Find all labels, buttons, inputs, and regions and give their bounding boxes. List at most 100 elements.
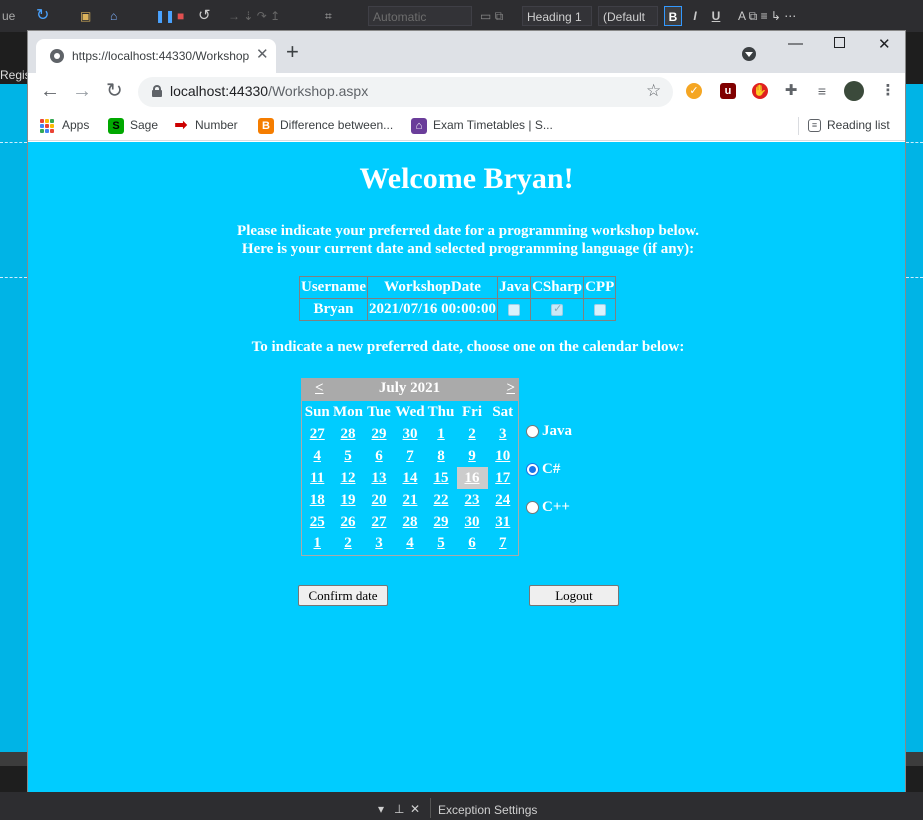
adblock-icon[interactable]: ✋ [752, 83, 768, 99]
close-icon[interactable]: ✕ [410, 802, 420, 816]
calendar-day-cell: 29 [364, 423, 395, 445]
calendar-day-link[interactable]: 3 [375, 535, 383, 551]
folder-icon[interactable]: ▣ [80, 6, 91, 26]
calendar-day-link[interactable]: 27 [372, 514, 387, 530]
refresh-icon[interactable]: ↻ [36, 6, 49, 26]
calendar-day-cell: 2 [457, 423, 488, 445]
forward-button[interactable]: → [72, 81, 92, 101]
home-icon[interactable]: ⌂ [110, 6, 117, 26]
calendar-day-link[interactable]: 14 [403, 470, 418, 486]
media-control-icon[interactable]: ≡ [814, 83, 830, 99]
ublock-icon[interactable]: u [720, 83, 736, 99]
exception-settings-tab[interactable]: Exception Settings [438, 803, 537, 817]
calendar-day-link[interactable]: 5 [344, 448, 352, 464]
bookmark-star-icon[interactable]: ☆ [646, 81, 661, 101]
calendar-day-link[interactable]: 4 [406, 535, 414, 551]
address-bar[interactable]: localhost:44330/Workshop.aspx ☆ [138, 77, 673, 107]
style-combo[interactable]: Heading 1 [522, 6, 592, 26]
extensions-puzzle-icon[interactable]: ✚ [783, 83, 799, 99]
font-combo[interactable]: (Default [598, 6, 658, 26]
extension-icon[interactable]: ✓ [686, 83, 702, 99]
back-button[interactable]: ← [40, 81, 60, 101]
calendar-day-link[interactable]: 12 [341, 470, 356, 486]
calendar: July 2021 < > Sun Mon Tue Wed Thu Fri Sa… [301, 378, 519, 556]
calendar-day-link[interactable]: 19 [341, 492, 356, 508]
calendar-day-link[interactable]: 20 [372, 492, 387, 508]
calendar-day-link[interactable]: 16 [465, 470, 480, 486]
window-close-button[interactable]: ✕ [878, 35, 891, 53]
italic-button[interactable]: I [686, 6, 704, 26]
calendar-day-link[interactable]: 25 [310, 514, 325, 530]
menu-kebab-icon[interactable]: ⋮ [880, 83, 896, 99]
calendar-day-link[interactable]: 27 [310, 426, 325, 442]
calendar-day-cell: 21 [395, 489, 426, 511]
bookmark-apps[interactable]: Apps [40, 118, 89, 133]
java-radio[interactable] [526, 425, 539, 438]
pause-icon[interactable]: ❚❚ [155, 6, 175, 26]
mode-combo[interactable]: Automatic [368, 6, 472, 26]
calendar-day-link[interactable]: 3 [499, 426, 507, 442]
calendar-day-cell: 6 [457, 533, 488, 555]
calendar-day-link[interactable]: 2 [344, 535, 352, 551]
calendar-day-link[interactable]: 17 [495, 470, 510, 486]
bookmark-sage[interactable]: S Sage [108, 118, 158, 134]
calendar-day-link[interactable]: 24 [495, 492, 510, 508]
tab-close-icon[interactable]: ✕ [256, 47, 269, 63]
calendar-day-link[interactable]: 29 [372, 426, 387, 442]
calendar-day-link[interactable]: 26 [341, 514, 356, 530]
browser-window: https://localhost:44330/Workshop.aspx ✕ … [27, 30, 906, 792]
cpp-radio[interactable] [526, 501, 539, 514]
format-icon[interactable]: ⌗ [325, 6, 332, 26]
calendar-day-link[interactable]: 29 [434, 514, 449, 530]
calendar-day-link[interactable]: 13 [372, 470, 387, 486]
restart-icon[interactable]: ↺ [198, 6, 211, 26]
csharp-radio[interactable] [526, 463, 539, 476]
logout-button[interactable]: Logout [529, 585, 619, 606]
calendar-day-link[interactable]: 31 [495, 514, 510, 530]
browser-tab[interactable]: https://localhost:44330/Workshop.aspx ✕ [36, 39, 276, 73]
calendar-day-link[interactable]: 6 [375, 448, 383, 464]
calendar-day-link[interactable]: 6 [468, 535, 476, 551]
next-month-link[interactable]: > [506, 380, 515, 397]
calendar-day-link[interactable]: 18 [310, 492, 325, 508]
reload-button[interactable]: ↻ [106, 81, 123, 101]
calendar-day-link[interactable]: 10 [495, 448, 510, 464]
bookmark-exam-timetables[interactable]: ⌂ Exam Timetables | S... [411, 118, 553, 134]
divider [430, 798, 431, 818]
confirm-date-button[interactable]: Confirm date [298, 585, 388, 606]
calendar-day-link[interactable]: 7 [406, 448, 414, 464]
calendar-day-link[interactable]: 21 [403, 492, 418, 508]
stop-icon[interactable]: ■ [177, 6, 184, 26]
calendar-day-link[interactable]: 30 [465, 514, 480, 530]
calendar-day-cell: 3 [488, 423, 519, 445]
calendar-day-link[interactable]: 11 [310, 470, 324, 486]
calendar-day-link[interactable]: 4 [314, 448, 322, 464]
bookmark-difference[interactable]: B Difference between... [258, 118, 393, 134]
calendar-day-link[interactable]: 15 [434, 470, 449, 486]
calendar-day-link[interactable]: 1 [437, 426, 445, 442]
profile-avatar[interactable] [844, 81, 864, 101]
minimize-button[interactable]: — [788, 35, 803, 52]
calendar-day-link[interactable]: 23 [465, 492, 480, 508]
reading-list[interactable]: ≡ Reading list [808, 118, 890, 133]
calendar-day-link[interactable]: 1 [314, 535, 322, 551]
calendar-day-link[interactable]: 8 [437, 448, 445, 464]
calendar-day-link[interactable]: 7 [499, 535, 507, 551]
calendar-day-link[interactable]: 2 [468, 426, 476, 442]
tab-search-icon[interactable] [742, 47, 756, 61]
calendar-day-link[interactable]: 5 [437, 535, 445, 551]
underline-button[interactable]: U [707, 6, 725, 26]
bookmark-number[interactable]: ➡ Number [173, 118, 237, 134]
calendar-day-link[interactable]: 28 [341, 426, 356, 442]
bold-button[interactable]: B [664, 6, 682, 26]
prev-month-link[interactable]: < [315, 380, 324, 397]
new-tab-button[interactable]: + [286, 41, 299, 63]
maximize-button[interactable] [834, 37, 845, 48]
calendar-day-link[interactable]: 30 [403, 426, 418, 442]
calendar-day-link[interactable]: 28 [403, 514, 418, 530]
dropdown-icon[interactable]: ▾ [378, 802, 384, 816]
globe-icon [50, 49, 64, 63]
calendar-day-link[interactable]: 22 [434, 492, 449, 508]
calendar-day-link[interactable]: 9 [468, 448, 476, 464]
pin-icon[interactable]: ⊥ [394, 802, 404, 816]
